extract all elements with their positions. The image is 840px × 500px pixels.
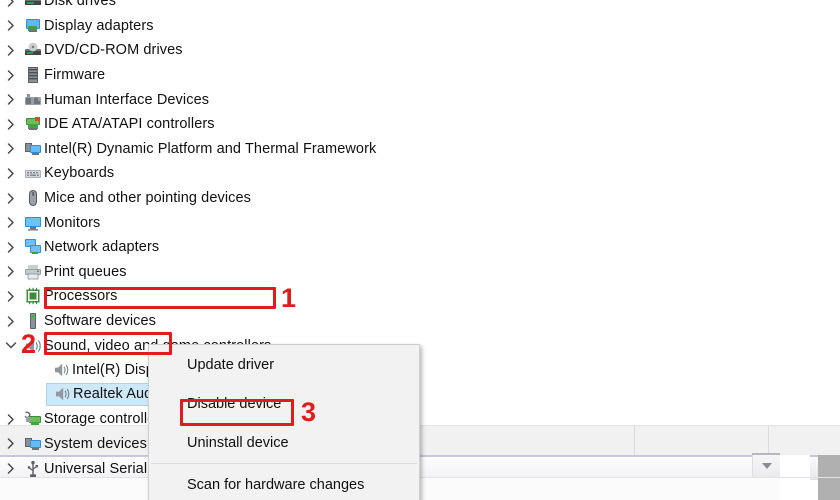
tree-item-firmware[interactable]: Firmware	[0, 63, 470, 88]
context-menu-item-uninstall-device[interactable]: Uninstall device	[149, 423, 419, 462]
tree-item-content: Intel(R) Dynamic Platform and Thermal Fr…	[22, 140, 376, 158]
tree-item-monitors[interactable]: Monitors	[0, 210, 470, 235]
mouse-icon	[22, 189, 44, 207]
context-menu-item-label: Update driver	[187, 356, 275, 373]
hid-icon	[22, 91, 44, 109]
firmware-icon	[22, 66, 44, 84]
tree-item-content: Disk drives	[22, 0, 116, 10]
annotation-number-2: 2	[21, 329, 37, 359]
status-bar-divider	[634, 426, 635, 456]
tree-item-intel-r-dynamic-platform-and-thermal-framework[interactable]: Intel(R) Dynamic Platform and Thermal Fr…	[0, 137, 470, 162]
annotation-number-1: 1	[281, 283, 297, 313]
display-adapter-icon	[22, 17, 44, 35]
device-manager-screenshot: Disk drives Display adapters DVD/CD-ROM dr…	[0, 0, 840, 500]
tree-item-content: Network adapters	[22, 238, 159, 256]
chevron-right-icon[interactable]	[0, 217, 22, 228]
context-menu-separator	[151, 463, 417, 464]
tree-item-ide-ata-atapi-controllers[interactable]: IDE ATA/ATAPI controllers	[0, 112, 470, 137]
context-menu-item-label: Uninstall device	[187, 434, 289, 451]
context-menu-item-scan-for-hardware-changes[interactable]: Scan for hardware changes	[149, 465, 419, 500]
monitor-icon	[22, 214, 44, 232]
chevron-right-icon[interactable]	[0, 94, 22, 105]
chevron-right-icon[interactable]	[0, 438, 22, 450]
tree-item-content: Print queues	[22, 263, 127, 281]
chevron-right-icon[interactable]	[0, 119, 22, 130]
chevron-right-icon[interactable]	[0, 266, 22, 278]
system-device-icon	[22, 140, 44, 158]
tree-item-label: Display adapters	[44, 17, 154, 34]
disk-drive-icon	[22, 0, 44, 10]
tree-item-keyboards[interactable]: Keyboards	[0, 161, 470, 186]
annotation-box-2	[44, 332, 172, 355]
tree-item-label: Print queues	[44, 263, 127, 280]
tree-item-label: Network adapters	[44, 239, 160, 256]
printer-icon	[22, 263, 44, 281]
status-bar-divider	[768, 426, 769, 456]
chevron-right-icon[interactable]	[0, 241, 22, 253]
annotation-box-1	[44, 287, 276, 309]
tree-item-label: Mice and other pointing devices	[44, 190, 252, 207]
speaker-small-icon	[50, 361, 72, 379]
network-adapter-icon	[22, 238, 44, 256]
tree-item-network-adapters[interactable]: Network adapters	[0, 235, 470, 260]
annotation-number-3: 3	[301, 397, 317, 427]
chevron-down-icon	[762, 463, 772, 469]
tree-item-content: Keyboards	[22, 164, 114, 182]
tree-item-content: System devices	[22, 435, 147, 453]
tree-item-label: Disk drives	[44, 0, 116, 10]
tree-item-label: Keyboards	[44, 165, 115, 182]
chevron-right-icon[interactable]	[0, 143, 22, 155]
tree-item-disk-drives[interactable]: Disk drives	[0, 0, 470, 14]
dropdown-button[interactable]	[752, 455, 781, 477]
context-menu-item-label: Scan for hardware changes	[187, 476, 365, 493]
speaker-small-icon	[51, 385, 73, 403]
tree-item-content: Monitors	[22, 214, 100, 232]
chevron-right-icon[interactable]	[0, 0, 22, 7]
tree-item-content: Mice and other pointing devices	[22, 189, 251, 207]
chevron-right-icon[interactable]	[0, 315, 22, 327]
tree-item-content: Firmware	[22, 66, 105, 84]
usb-icon	[22, 460, 44, 478]
tree-item-content: Human Interface Devices	[22, 91, 209, 109]
chevron-right-icon[interactable]	[0, 20, 22, 32]
tree-item-label: Firmware	[44, 67, 106, 84]
tree-item-label: Software devices	[44, 313, 157, 330]
annotation-box-3	[180, 399, 294, 426]
chevron-down-icon[interactable]	[0, 340, 22, 351]
processor-icon	[22, 287, 44, 305]
chevron-right-icon[interactable]	[0, 463, 22, 474]
software-device-icon	[22, 312, 44, 330]
tree-item-software-devices[interactable]: Software devices	[0, 309, 470, 334]
tree-item-content: Storage controllers	[22, 410, 168, 428]
tree-item-content: DVD/CD-ROM drives	[22, 41, 183, 59]
tree-item-label: Human Interface Devices	[44, 91, 210, 108]
storage-controller-icon	[22, 410, 44, 428]
chevron-right-icon[interactable]	[0, 414, 22, 425]
chevron-right-icon[interactable]	[0, 69, 22, 81]
tree-item-label: IDE ATA/ATAPI controllers	[44, 116, 215, 133]
chevron-right-icon[interactable]	[0, 45, 22, 56]
tree-item-display-adapters[interactable]: Display adapters	[0, 14, 470, 39]
tree-item-label: Intel(R) Dynamic Platform and Thermal Fr…	[44, 140, 377, 157]
tree-item-content: IDE ATA/ATAPI controllers	[22, 115, 215, 133]
tree-item-print-queues[interactable]: Print queues	[0, 260, 470, 285]
chevron-right-icon[interactable]	[0, 192, 22, 204]
tree-item-content: Display adapters	[22, 17, 154, 35]
system-device-icon	[22, 435, 44, 453]
tree-item-dvd-cd-rom-drives[interactable]: DVD/CD-ROM drives	[0, 38, 470, 63]
tree-item-label: DVD/CD-ROM drives	[44, 42, 183, 59]
tree-item-human-interface-devices[interactable]: Human Interface Devices	[0, 87, 470, 112]
tree-item-content: Software devices	[22, 312, 156, 330]
tree-item-label: System devices	[44, 435, 147, 452]
context-menu-item-update-driver[interactable]: Update driver	[149, 345, 419, 384]
chevron-right-icon[interactable]	[0, 291, 22, 302]
ide-controller-icon	[22, 115, 44, 133]
tree-item-label: Monitors	[44, 214, 101, 231]
dvd-drive-icon	[22, 41, 44, 59]
chevron-right-icon[interactable]	[0, 168, 22, 179]
tree-item-mice-and-other-pointing-devices[interactable]: Mice and other pointing devices	[0, 186, 470, 211]
keyboard-icon	[22, 164, 44, 182]
